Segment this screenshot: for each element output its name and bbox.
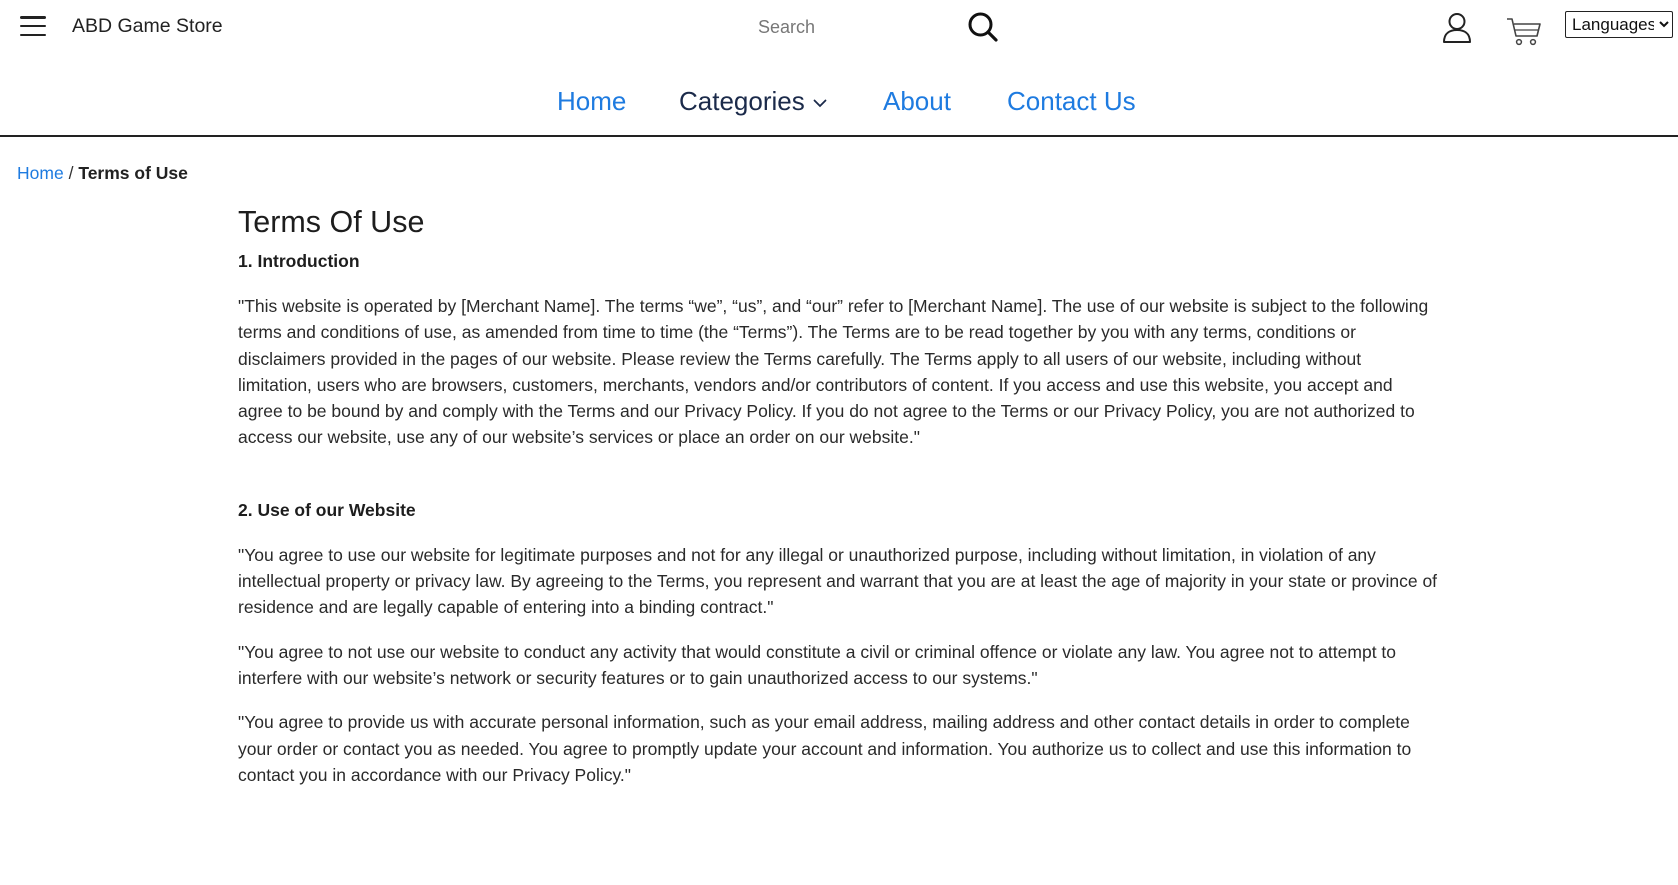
breadcrumb-separator: / xyxy=(68,163,74,183)
section-paragraph: "You agree to use our website for legiti… xyxy=(238,544,1438,618)
cart-icon[interactable] xyxy=(1506,14,1542,48)
section-paragraph: "You agree to provide us with accurate p… xyxy=(238,712,1412,785)
breadcrumb-home-link[interactable]: Home xyxy=(17,163,64,183)
page-title: Terms Of Use xyxy=(238,205,425,239)
section-paragraph: "This website is operated by [Merchant N… xyxy=(238,296,1429,448)
section-heading: 1. Introduction xyxy=(238,251,360,271)
section-introduction: 1. Introduction "This website is operate… xyxy=(238,250,1438,451)
terms-content: Terms Of Use 1. Introduction "This websi… xyxy=(238,204,1438,788)
hamburger-menu-icon[interactable] xyxy=(20,16,46,38)
search-icon[interactable] xyxy=(966,10,1000,44)
nav-divider xyxy=(0,135,1678,137)
search-input[interactable] xyxy=(708,8,958,46)
brand-name[interactable]: ABD Game Store xyxy=(72,15,223,38)
nav-categories-label: Categories xyxy=(679,86,805,116)
nav-contact-us[interactable]: Contact Us xyxy=(1007,86,1136,117)
user-icon[interactable] xyxy=(1442,12,1472,44)
breadcrumb-current: Terms of Use xyxy=(78,163,188,183)
nav-home[interactable]: Home xyxy=(557,86,626,117)
search-box xyxy=(708,8,1004,46)
languages-select[interactable]: Languages xyxy=(1565,11,1673,38)
section-use-of-website: 2. Use of our Website "You agree to use … xyxy=(238,499,1438,788)
nav-about[interactable]: About xyxy=(883,86,951,117)
nav-categories[interactable]: Categories xyxy=(679,86,827,117)
top-bar: ABD Game Store Languages xyxy=(0,0,1678,56)
chevron-down-icon xyxy=(813,99,827,108)
breadcrumb: Home / Terms of Use xyxy=(17,163,188,184)
section-paragraph: "You agree to not use our website to con… xyxy=(238,641,1397,688)
section-heading: 2. Use of our Website xyxy=(238,499,416,520)
main-nav: Home Categories About Contact Us xyxy=(0,80,1678,124)
